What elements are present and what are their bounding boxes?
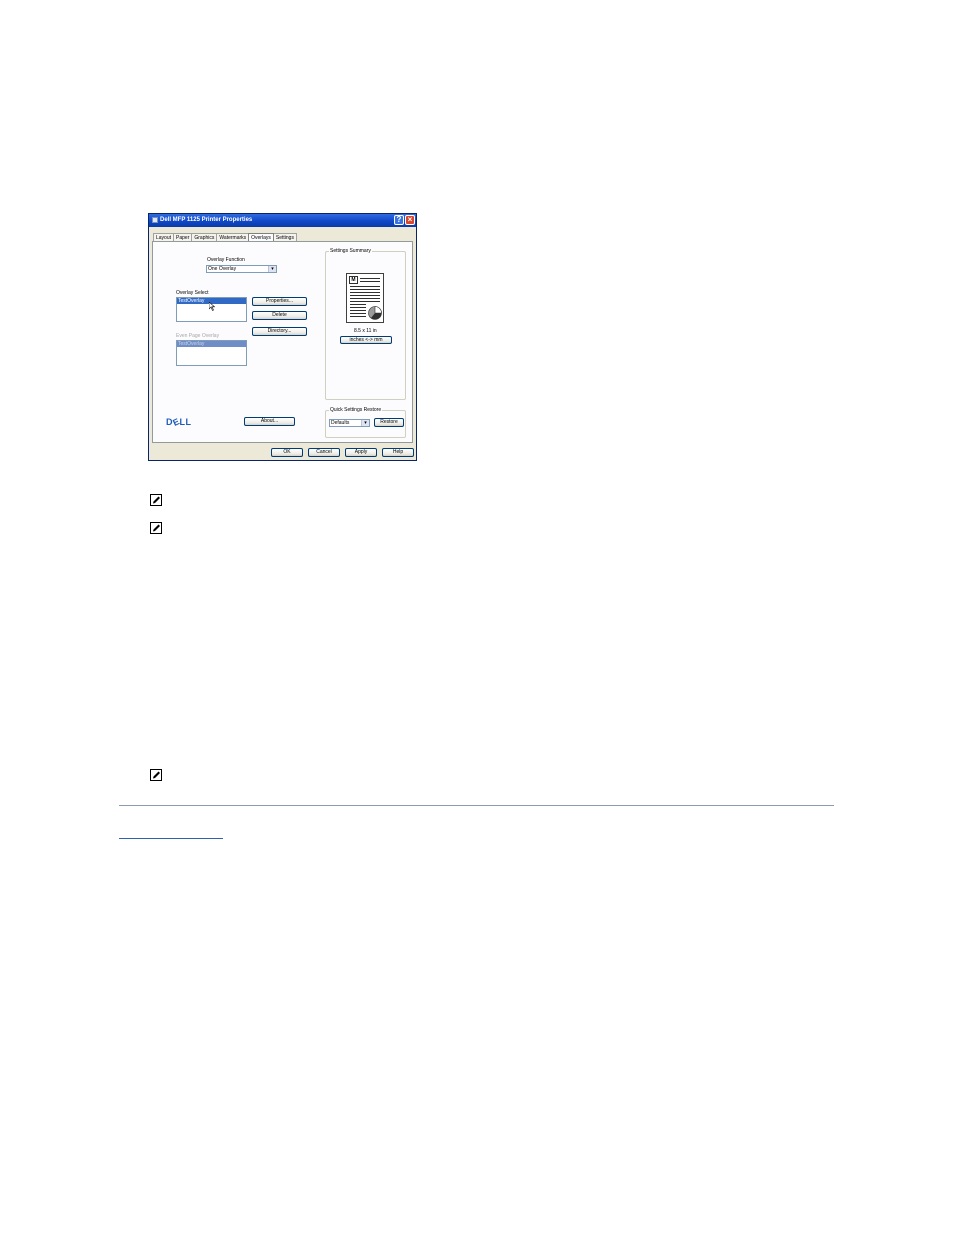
about-button[interactable]: About...	[244, 417, 295, 426]
tab-paper[interactable]: Paper	[173, 233, 193, 241]
ok-button[interactable]: OK	[271, 448, 303, 457]
quick-settings-label: Quick Settings Restore	[329, 407, 383, 413]
tab-watermarks[interactable]: Watermarks	[216, 233, 250, 241]
cancel-button[interactable]: Cancel	[308, 448, 340, 457]
dropdown-arrow-icon: ▾	[361, 420, 369, 426]
overlay-select-list[interactable]: TestOverlay	[176, 297, 247, 322]
paper-size-text: 8.5 x 11 in	[354, 328, 377, 334]
delete-button[interactable]: Delete	[252, 311, 307, 320]
page-preview: M	[346, 273, 384, 323]
overlay-function-value: One Overlay	[208, 266, 237, 272]
note-pencil-icon	[150, 494, 162, 506]
settings-summary-group: Settings Summary M 8.5 x 11 in inches <-…	[325, 248, 406, 400]
page-glyph: M	[349, 276, 358, 284]
overlay-function-select[interactable]: One Overlay ▾	[206, 265, 277, 273]
units-toggle-button[interactable]: inches <-> mm	[340, 336, 392, 344]
quick-settings-value: Defaults	[331, 420, 350, 426]
tab-graphics[interactable]: Graphics	[191, 233, 218, 241]
dell-logo: DELL	[166, 416, 192, 428]
horizontal-divider	[119, 805, 834, 806]
pointer-cursor-icon	[209, 302, 215, 311]
pie-chart-icon	[368, 306, 382, 320]
quick-settings-group: Quick Settings Restore Defaults ▾ Restor…	[325, 407, 406, 438]
overlays-panel: Overlay Function One Overlay ▾ Overlay S…	[152, 241, 413, 443]
tab-strip: Layout Paper Graphics Watermarks Overlays Set…	[153, 232, 297, 242]
dialog-title: Dell MFP 1125 Printer Properties	[160, 217, 253, 223]
note-pencil-icon	[150, 769, 162, 781]
help-icon[interactable]: ?	[394, 215, 404, 225]
directory-button[interactable]: Directory...	[252, 327, 307, 336]
apply-button[interactable]: Apply	[345, 448, 377, 457]
tab-settings[interactable]: Settings	[272, 233, 297, 241]
even-page-overlay-label: Even Page Overlay	[176, 333, 220, 339]
quick-settings-select[interactable]: Defaults ▾	[329, 419, 370, 427]
printer-icon	[152, 217, 158, 223]
list-item: TestOverlay	[177, 341, 246, 347]
dropdown-arrow-icon: ▾	[268, 266, 276, 272]
note-pencil-icon	[150, 522, 162, 534]
close-icon[interactable]: ×	[405, 215, 415, 225]
overlay-select-label: Overlay Select	[176, 290, 209, 296]
title-bar[interactable]: Dell MFP 1125 Printer Properties ? ×	[149, 214, 416, 227]
overlay-function-label: Overlay Function	[207, 257, 245, 263]
properties-button[interactable]: Properties...	[252, 297, 307, 306]
printer-properties-dialog: Dell MFP 1125 Printer Properties ? × Lay…	[148, 213, 417, 461]
restore-button[interactable]: Restore	[374, 418, 404, 427]
help-button[interactable]: Help	[382, 448, 414, 457]
even-page-overlay-list: TestOverlay	[176, 340, 247, 366]
tab-layout[interactable]: Layout	[153, 233, 175, 241]
settings-summary-label: Settings Summary	[329, 248, 372, 254]
back-to-top-link[interactable]	[119, 826, 223, 839]
